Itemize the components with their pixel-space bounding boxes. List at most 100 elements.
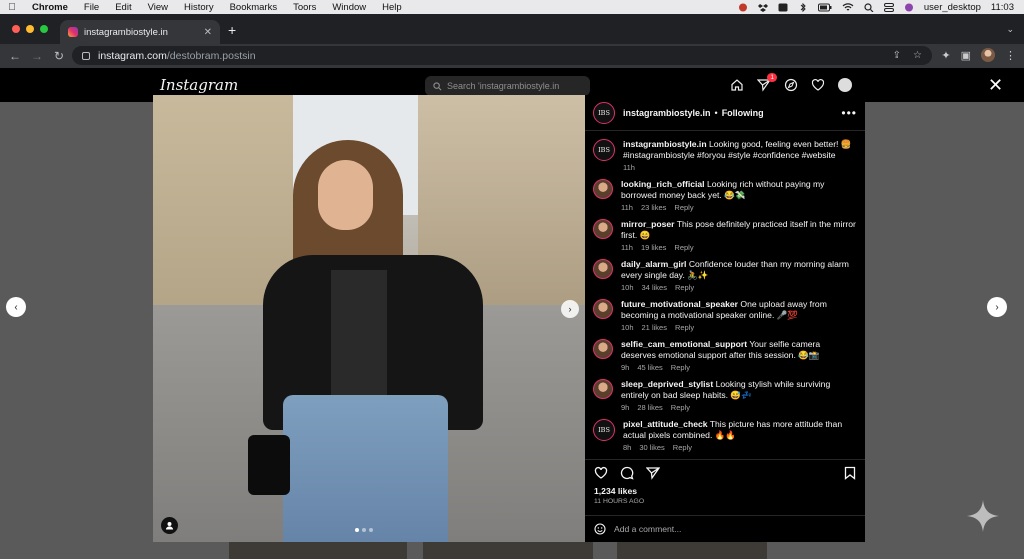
chrome-menu-icon[interactable]: ⋮ [1005, 49, 1016, 62]
comment-likes[interactable]: 30 likes [639, 443, 664, 452]
control-center-icon[interactable] [883, 2, 894, 12]
comment-likes[interactable]: 21 likes [642, 323, 667, 332]
reply-button[interactable]: Reply [674, 243, 693, 252]
commenter-username[interactable]: sleep_deprived_stylist [621, 379, 713, 389]
carousel-dots [355, 528, 373, 532]
commenter-avatar[interactable] [593, 219, 613, 239]
commenter-avatar[interactable]: IBS [593, 419, 615, 441]
caption-hashtags[interactable]: #instagrambiostyle #foryou #style #confi… [623, 150, 836, 160]
commenter-avatar[interactable] [593, 259, 613, 279]
menu-bookmarks[interactable]: Bookmarks [222, 2, 286, 13]
profile-avatar[interactable] [981, 48, 995, 62]
caption-avatar[interactable]: IBS [593, 139, 615, 161]
menu-app-name[interactable]: Chrome [24, 2, 76, 13]
share-send-icon[interactable] [646, 466, 660, 480]
grid-thumbnail[interactable] [617, 542, 767, 559]
back-arrow-icon[interactable]: ← [4, 49, 26, 63]
menu-help[interactable]: Help [374, 2, 410, 13]
commenter-username[interactable]: pixel_attitude_check [623, 419, 708, 429]
commenter-username[interactable]: daily_alarm_girl [621, 259, 686, 269]
commenter-username[interactable]: looking_rich_official [621, 179, 705, 189]
menu-window[interactable]: Window [324, 2, 374, 13]
reply-button[interactable]: Reply [675, 283, 694, 292]
record-icon[interactable] [738, 3, 748, 12]
forward-arrow-icon[interactable]: → [26, 49, 48, 63]
tab-search-chevron-icon[interactable]: ⌄ [1006, 24, 1014, 35]
menubar-clock[interactable]: 11:03 [991, 2, 1014, 13]
menu-file[interactable]: File [76, 2, 107, 13]
menu-history[interactable]: History [176, 2, 222, 13]
share-icon[interactable]: ⇪ [893, 50, 901, 61]
reply-button[interactable]: Reply [675, 323, 694, 332]
menubar-username[interactable]: user_desktop [924, 2, 981, 13]
author-username[interactable]: instagrambiostyle.in [623, 108, 711, 118]
heart-icon[interactable] [811, 78, 825, 92]
menu-edit[interactable]: Edit [107, 2, 139, 13]
comment-likes[interactable]: 45 likes [637, 363, 662, 372]
emoji-icon[interactable] [594, 523, 606, 535]
reload-icon[interactable]: ↻ [48, 49, 70, 63]
instagram-search-input[interactable] [447, 81, 587, 91]
wifi-icon[interactable] [842, 2, 854, 12]
caption-username[interactable]: instagrambiostyle.in [623, 139, 707, 149]
author-avatar[interactable]: IBS [593, 101, 615, 124]
bluetooth-icon[interactable] [798, 2, 808, 12]
explore-compass-icon[interactable] [784, 78, 798, 92]
previous-post-button[interactable]: ‹ [6, 297, 26, 317]
tagged-user-button[interactable] [161, 517, 178, 534]
tab-instagrambiostyle[interactable]: instagrambiostyle.in ✕ [60, 20, 220, 44]
grid-thumbnail[interactable] [229, 542, 407, 559]
apple-icon[interactable]:  [0, 2, 24, 13]
comment-input[interactable] [614, 524, 844, 534]
following-button[interactable]: Following [722, 108, 764, 118]
side-panel-icon[interactable]: ▣ [961, 49, 971, 62]
bookmark-save-icon[interactable] [844, 466, 856, 480]
menu-tools[interactable]: Toors [285, 2, 324, 13]
direct-messages-button[interactable]: 1 [756, 73, 777, 92]
zoom-window-button[interactable] [40, 25, 48, 33]
photoshop-icon[interactable] [778, 3, 788, 12]
close-window-button[interactable] [12, 25, 20, 33]
comment-likes[interactable]: 28 likes [637, 403, 662, 412]
siri-icon[interactable] [904, 3, 914, 12]
comment-bubble-icon[interactable] [620, 466, 634, 480]
lock-icon[interactable] [82, 51, 90, 60]
home-icon[interactable] [730, 78, 744, 92]
commenter-avatar[interactable] [593, 179, 613, 199]
comment-likes[interactable]: 34 likes [642, 283, 667, 292]
grid-thumbnail[interactable] [423, 542, 593, 559]
reply-button[interactable]: Reply [671, 363, 690, 372]
next-post-button[interactable]: › [987, 297, 1007, 317]
commenter-username[interactable]: selfie_cam_emotional_support [621, 339, 747, 349]
commenter-avatar[interactable] [593, 299, 613, 319]
new-tab-button[interactable]: + [228, 22, 236, 38]
post-photo[interactable]: › [153, 95, 585, 542]
comment-likes[interactable]: 23 likes [641, 203, 666, 212]
battery-icon[interactable] [817, 3, 832, 12]
dropbox-icon[interactable] [757, 3, 768, 12]
minimize-window-button[interactable] [26, 25, 34, 33]
close-icon[interactable]: ✕ [988, 76, 1003, 94]
profile-avatar[interactable] [838, 78, 852, 92]
reply-button[interactable]: Reply [673, 443, 692, 452]
commenter-username[interactable]: future_motivational_speaker [621, 299, 738, 309]
extensions-puzzle-icon[interactable]: ✦ [941, 49, 950, 62]
menu-view[interactable]: View [140, 2, 176, 13]
next-photo-button[interactable]: › [561, 300, 579, 318]
instagram-search-box[interactable] [425, 76, 590, 96]
search-icon[interactable] [864, 2, 874, 12]
close-tab-icon[interactable]: ✕ [204, 27, 212, 38]
address-bar[interactable]: instagram.com/destobram.postsin ⇪ ☆ [72, 46, 932, 65]
commenter-avatar[interactable] [593, 379, 613, 399]
reply-button[interactable]: Reply [674, 203, 693, 212]
instagram-logo[interactable]: Instagram [160, 76, 238, 94]
more-options-icon[interactable]: ••• [841, 106, 857, 120]
bookmark-star-icon[interactable]: ☆ [913, 50, 922, 61]
like-heart-icon[interactable] [594, 466, 608, 480]
commenter-username[interactable]: mirror_poser [621, 219, 675, 229]
comments-list[interactable]: IBS instagrambiostyle.in Looking good, f… [585, 131, 865, 476]
comment-likes[interactable]: 19 likes [641, 243, 666, 252]
commenter-avatar[interactable] [593, 339, 613, 359]
like-count[interactable]: 1,234 likes [594, 486, 856, 496]
reply-button[interactable]: Reply [671, 403, 690, 412]
